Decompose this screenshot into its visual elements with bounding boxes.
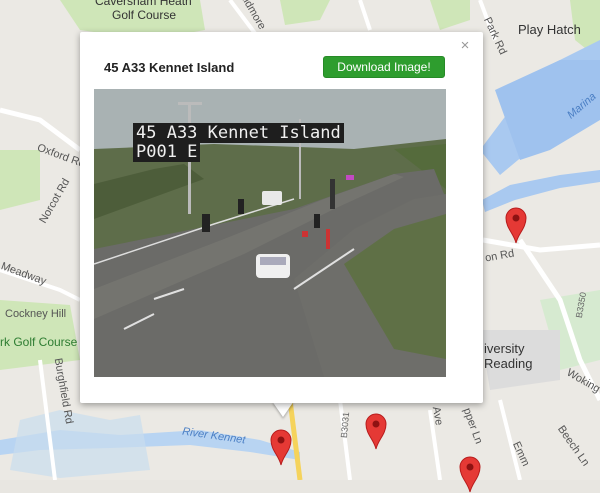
map-label-play-hatch: Play Hatch [518,22,581,37]
map-label-cockney-hill: Cockney Hill [5,308,67,320]
map-label-golf-course-left: rk Golf Course [0,335,78,349]
info-window-tail [272,401,294,417]
close-icon[interactable]: × [457,38,473,54]
map-marker-icon[interactable] [504,206,528,244]
download-image-button[interactable]: Download Image! [323,56,445,78]
map-label-caversham-heath: Caversham Heath [95,0,192,8]
map-marker-icon[interactable] [458,455,482,493]
map-label-golf-course-top: Golf Course [112,8,177,22]
camera-overlay-line1: 45 A33 Kennet Island [133,123,344,143]
camera-overlay-line2: P001 E [133,142,201,162]
map-marker-icon[interactable] [269,428,293,466]
info-window-title: 45 A33 Kennet Island [104,60,235,75]
camera-image: 45 A33 Kennet Island P001 E [94,89,446,377]
map-label-university: iversity [484,341,525,356]
info-window: 45 A33 Kennet Island Download Image! × 4… [80,32,483,403]
map-label-reading: Reading [484,356,533,371]
map-marker-icon[interactable] [364,412,388,450]
